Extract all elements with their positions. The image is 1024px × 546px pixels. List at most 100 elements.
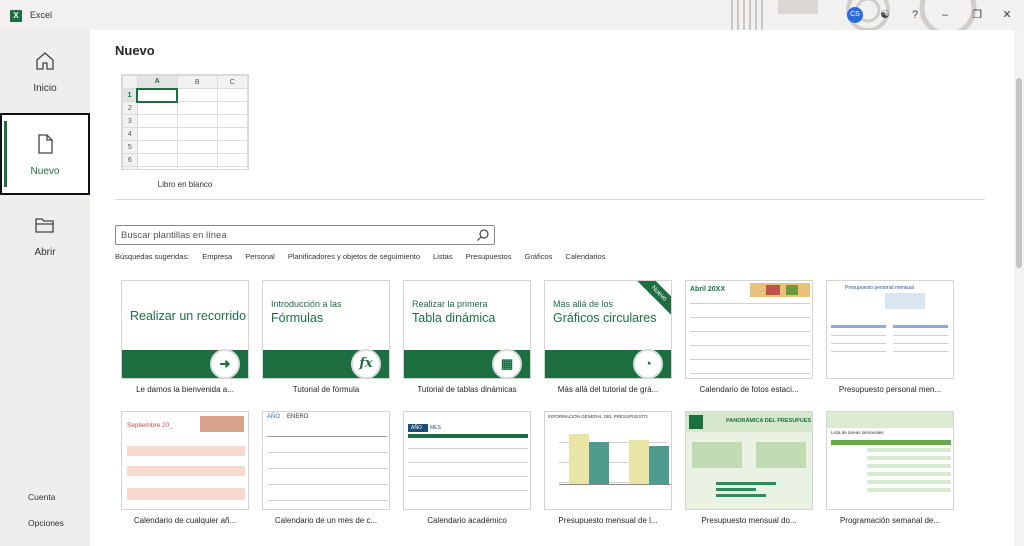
feedback-icon[interactable]: ☯: [876, 6, 894, 24]
template-caption: Le damos la bienvenida a...: [136, 385, 234, 394]
template-search-input[interactable]: Buscar plantillas en línea: [115, 225, 495, 245]
nav-cuenta[interactable]: Cuenta: [0, 492, 90, 502]
new-file-icon: [38, 134, 53, 154]
pivot-table-icon: ▦: [492, 349, 522, 378]
chart-bar: [629, 440, 649, 484]
suggested-link[interactable]: Listas: [433, 252, 453, 264]
vertical-scrollbar[interactable]: [1014, 30, 1024, 546]
template-thumbnail: Presupuesto personal mensual: [826, 280, 954, 379]
template-header: Presupuesto personal mensual: [845, 285, 914, 291]
arrow-right-icon: ➜: [210, 349, 240, 378]
template-subheader: MES: [430, 425, 441, 431]
template-caption: Más allá del tutorial de grá...: [557, 385, 659, 394]
page-title: Nuevo: [115, 43, 155, 58]
template-photo-calendar[interactable]: Abril 20XX Calendario de fotos estaci...: [685, 280, 813, 394]
template-thumbnail: Realizar la primera Tabla dinámica ▦: [403, 280, 531, 379]
template-header: Lista de tareas semanales: [831, 430, 884, 435]
template-monthly-budget-chart[interactable]: INFORMACIÓN GENERAL DEL PRESUPUESTO Pres…: [544, 411, 672, 525]
template-thumbnail: Septiembre 20_: [121, 411, 249, 510]
pie-chart-icon: ◔: [633, 349, 663, 378]
nav-inicio[interactable]: Inicio: [0, 32, 90, 114]
nav-nuevo-label: Nuevo: [30, 166, 60, 177]
nav-abrir-label: Abrir: [34, 247, 56, 258]
suggested-searches: Búsquedas sugeridas: Empresa Personal Pl…: [115, 252, 618, 264]
template-thumbnail: Lista de tareas semanales: [826, 411, 954, 510]
template-monthly-calendar[interactable]: AÑO ENERO Calendario de un mes de c...: [262, 411, 390, 525]
grid-corner: [122, 75, 138, 89]
restore-icon[interactable]: ❐: [968, 6, 986, 24]
template-formula-tutorial[interactable]: Introducción a las Fórmulas fx Tutorial …: [262, 280, 390, 394]
template-caption: Presupuesto personal men...: [838, 385, 942, 394]
template-header: INFORMACIÓN GENERAL DEL PRESUPUESTO: [548, 414, 648, 419]
nav-inicio-label: Inicio: [33, 83, 57, 94]
template-thumbnail: INFORMACIÓN GENERAL DEL PRESUPUESTO: [544, 411, 672, 510]
suggested-link[interactable]: Planificadores y objetos de seguimiento: [288, 252, 420, 264]
template-personal-budget[interactable]: Presupuesto personal mensual Presupuesto…: [826, 280, 954, 394]
minimize-icon[interactable]: –: [936, 6, 954, 24]
chart-bar: [649, 446, 669, 484]
close-icon[interactable]: ✕: [998, 6, 1016, 24]
grid-col-header: A: [136, 75, 178, 90]
template-monthly-budget-overview[interactable]: PANORÁMICA DEL PRESUPUES Presupuesto men…: [685, 411, 813, 525]
folder-icon: [35, 218, 54, 233]
app-title: Excel: [30, 10, 53, 20]
divider: [115, 199, 985, 200]
active-cell: [136, 87, 179, 103]
template-thumbnail: PANORÁMICA DEL PRESUPUES: [685, 411, 813, 510]
template-thumbnail: Más allá de los Gráficos circulares Nuev…: [544, 280, 672, 379]
template-weekly-schedule[interactable]: Lista de tareas semanales Programación s…: [826, 411, 954, 525]
template-subtitle: Introducción a las: [271, 299, 342, 309]
template-caption: Tutorial de fórmula: [292, 385, 360, 394]
help-icon[interactable]: ?: [906, 6, 924, 24]
template-tour[interactable]: Realizar un recorrido ➜ Le damos la bien…: [121, 280, 249, 394]
suggested-link[interactable]: Presupuestos: [466, 252, 512, 264]
nav-abrir[interactable]: Abrir: [0, 196, 90, 278]
blank-workbook-template[interactable]: A B C 1 2 3 4 5 6 7: [121, 74, 249, 170]
search-icon[interactable]: [476, 228, 490, 242]
template-header: Septiembre 20_: [127, 422, 173, 429]
suggested-link[interactable]: Calendarios: [565, 252, 605, 264]
template-title: Tabla dinámica: [412, 311, 496, 325]
template-caption: Programación semanal de...: [839, 516, 941, 525]
template-thumbnail: AÑO ENERO: [262, 411, 390, 510]
title-bar: X Excel CS ☯ ? – ❐ ✕: [0, 0, 1024, 30]
nav-nuevo[interactable]: Nuevo: [0, 113, 90, 195]
template-thumbnail: AÑO MES: [403, 411, 531, 510]
chart-bar: [569, 434, 589, 484]
grid-row-header: 2: [122, 101, 138, 115]
main-panel: Nuevo A B C 1 2 3 4 5 6 7 Libro en blanc…: [90, 30, 1014, 546]
template-caption: Presupuesto mensual do...: [701, 516, 797, 525]
chart-bar: [589, 442, 609, 484]
grid-row-header: 4: [122, 127, 138, 141]
nav-opciones[interactable]: Opciones: [0, 518, 90, 528]
template-subtitle: Más allá de los: [553, 299, 614, 309]
user-avatar[interactable]: CS: [847, 7, 863, 23]
template-pivot-tutorial[interactable]: Realizar la primera Tabla dinámica ▦ Tut…: [403, 280, 531, 394]
template-header: PANORÁMICA DEL PRESUPUES: [726, 418, 812, 424]
template-pie-chart-tutorial[interactable]: Más allá de los Gráficos circulares Nuev…: [544, 280, 672, 394]
suggested-link[interactable]: Empresa: [202, 252, 232, 264]
template-any-year-calendar[interactable]: Septiembre 20_ Calendario de cualquier a…: [121, 411, 249, 525]
template-caption: Calendario de fotos estaci...: [699, 385, 799, 394]
scrollbar-thumb[interactable]: [1016, 78, 1022, 268]
function-icon: fx: [351, 349, 381, 378]
template-subtitle: Realizar la primera: [412, 299, 488, 309]
template-header: ENERO: [287, 414, 309, 420]
grid-row-header: 5: [122, 140, 138, 154]
template-title: Gráficos circulares: [553, 311, 657, 325]
suggested-link[interactable]: Gráficos: [524, 252, 552, 264]
template-header: AÑO: [411, 425, 422, 431]
grid-col-header: B: [176, 75, 218, 89]
left-navigation: Inicio Nuevo Abrir Cuenta Opciones: [0, 30, 90, 546]
search-placeholder: Buscar plantillas en línea: [121, 230, 227, 241]
template-academic-calendar[interactable]: AÑO MES Calendario académico: [403, 411, 531, 525]
template-caption: Calendario de cualquier añ...: [133, 516, 237, 525]
grid-col-header: C: [216, 75, 248, 89]
template-title: Fórmulas: [271, 311, 324, 325]
template-caption: Calendario de un mes de c...: [274, 516, 378, 525]
template-caption: Tutorial de tablas dinámicas: [417, 385, 517, 394]
suggested-label: Búsquedas sugeridas:: [115, 252, 190, 261]
excel-logo-icon: X: [10, 10, 22, 22]
suggested-link[interactable]: Personal: [245, 252, 275, 264]
template-thumbnail: Realizar un recorrido ➜: [121, 280, 249, 379]
